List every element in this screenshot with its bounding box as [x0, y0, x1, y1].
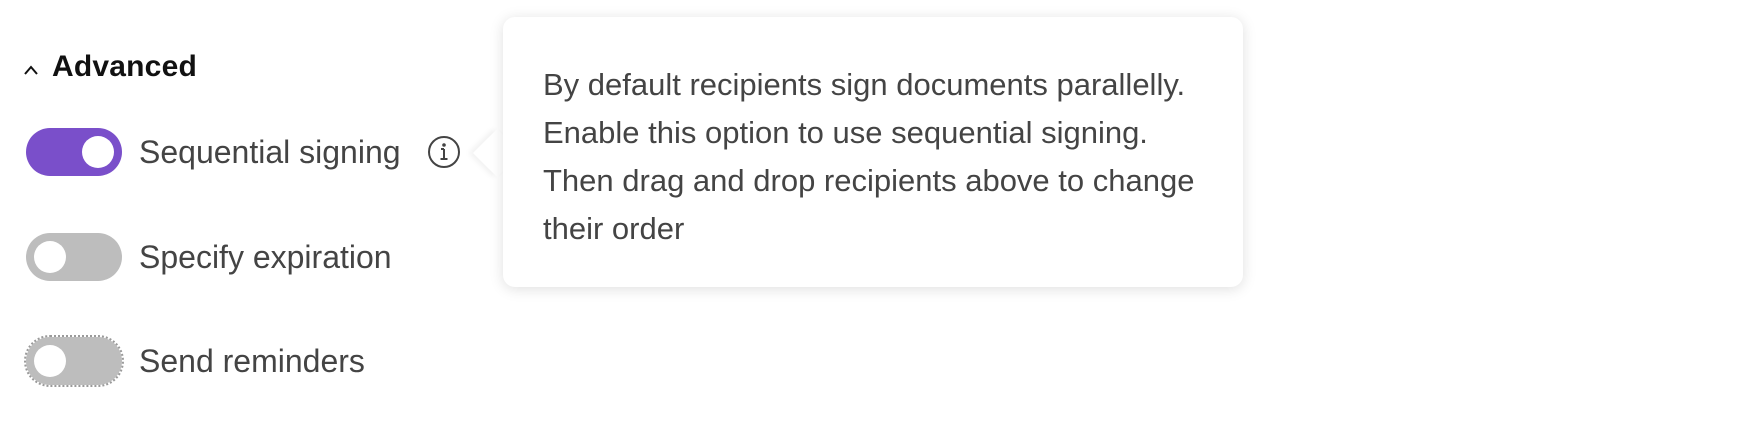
send-reminders-label: Send reminders	[139, 342, 365, 379]
toggle-knob	[34, 345, 66, 377]
tooltip-text: By default recipients sign documents par…	[543, 67, 1195, 246]
option-row-send-reminders: Send reminders	[24, 335, 365, 387]
chevron-up-icon	[24, 65, 38, 75]
info-icon[interactable]	[427, 135, 461, 169]
toggle-knob	[82, 136, 114, 168]
option-row-sequential-signing: Sequential signing	[26, 128, 461, 176]
sequential-signing-toggle[interactable]	[26, 128, 122, 176]
option-row-specify-expiration: Specify expiration	[26, 233, 392, 281]
sequential-signing-label: Sequential signing	[139, 133, 401, 170]
toggle-knob	[34, 241, 66, 273]
send-reminders-toggle[interactable]	[24, 335, 124, 387]
specify-expiration-label: Specify expiration	[139, 238, 392, 275]
sequential-signing-tooltip: By default recipients sign documents par…	[503, 17, 1243, 287]
specify-expiration-toggle[interactable]	[26, 233, 122, 281]
advanced-section-toggle[interactable]: Advanced	[24, 50, 197, 84]
section-title: Advanced	[52, 50, 197, 83]
